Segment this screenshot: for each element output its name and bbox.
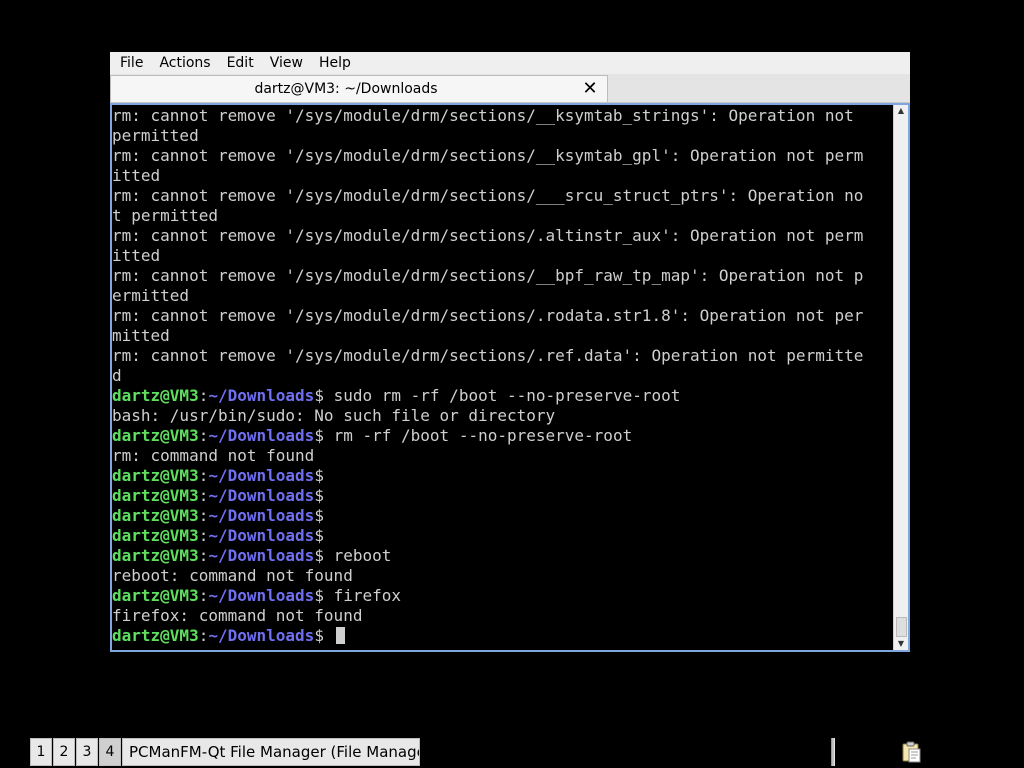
prompt-user: dartz@VM3 xyxy=(112,546,199,565)
output-line: firefox: command not found xyxy=(112,606,363,625)
prompt-path: ~/Downloads xyxy=(208,486,315,505)
menu-bar: File Actions Edit View Help xyxy=(110,52,910,74)
prompt-user: dartz@VM3 xyxy=(112,386,199,405)
desktop-3-button[interactable]: 3 xyxy=(76,738,98,766)
prompt-path: ~/Downloads xyxy=(208,386,315,405)
command-text: reboot xyxy=(323,546,392,565)
prompt-separator: : xyxy=(198,466,209,485)
terminal-area[interactable]: rm: cannot remove '/sys/module/drm/secti… xyxy=(110,103,910,652)
scroll-down-arrow-icon[interactable]: ▼ xyxy=(894,638,908,650)
prompt-user: dartz@VM3 xyxy=(112,626,199,645)
prompt-symbol: $ xyxy=(314,586,324,605)
output-line: itted xyxy=(112,246,161,265)
output-line: bash: /usr/bin/sudo: No such file or dir… xyxy=(112,406,556,425)
prompt-path: ~/Downloads xyxy=(208,546,315,565)
terminal-output[interactable]: rm: cannot remove '/sys/module/drm/secti… xyxy=(112,106,896,651)
prompt-separator: : xyxy=(198,486,209,505)
menu-edit[interactable]: Edit xyxy=(217,55,260,71)
prompt-path: ~/Downloads xyxy=(208,426,315,445)
output-line: reboot: command not found xyxy=(112,566,353,585)
prompt-user: dartz@VM3 xyxy=(112,506,199,525)
command-text xyxy=(324,626,334,645)
prompt-line: dartz@VM3:~/Downloads$ firefox xyxy=(112,586,896,606)
output-line: rm: cannot remove '/sys/module/drm/secti… xyxy=(112,186,864,205)
prompt-line: dartz@VM3:~/Downloads$ rm -rf /boot --no… xyxy=(112,426,896,446)
prompt-user: dartz@VM3 xyxy=(112,526,199,545)
text-cursor xyxy=(335,627,345,644)
scroll-up-arrow-icon[interactable]: ▲ xyxy=(894,105,908,117)
taskbar-item-file-manager[interactable]: PCManFM-Qt File Manager (File Manager) xyxy=(122,738,420,766)
output-line: d xyxy=(112,366,122,385)
prompt-user: dartz@VM3 xyxy=(112,586,199,605)
prompt-path: ~/Downloads xyxy=(208,506,315,525)
output-line: rm: cannot remove '/sys/module/drm/secti… xyxy=(112,226,864,245)
prompt-separator: : xyxy=(198,546,209,565)
prompt-separator: : xyxy=(198,506,209,525)
prompt-user: dartz@VM3 xyxy=(112,466,199,485)
prompt-line: dartz@VM3:~/Downloads$ xyxy=(112,526,896,546)
prompt-line: dartz@VM3:~/Downloads$ xyxy=(112,486,896,506)
prompt-separator: : xyxy=(198,586,209,605)
prompt-symbol: $ xyxy=(314,426,324,445)
output-line: permitted xyxy=(112,126,199,145)
tab-title: dartz@VM3: ~/Downloads xyxy=(254,81,438,97)
prompt-path: ~/Downloads xyxy=(208,626,315,645)
prompt-separator: : xyxy=(198,526,209,545)
output-line: ermitted xyxy=(112,286,190,305)
prompt-symbol: $ xyxy=(314,546,324,565)
output-line: rm: cannot remove '/sys/module/drm/secti… xyxy=(112,346,864,365)
output-line: itted xyxy=(112,166,161,185)
prompt-symbol: $ xyxy=(314,506,324,525)
menu-view[interactable]: View xyxy=(260,55,309,71)
command-text: sudo rm -rf /boot --no-preserve-root xyxy=(323,386,681,405)
desktop-2-button[interactable]: 2 xyxy=(53,738,75,766)
output-line: mitted xyxy=(112,326,170,345)
desktop-1-button[interactable]: 1 xyxy=(30,738,52,766)
taskbar: 1 2 3 4 PCManFM-Qt File Manager (File Ma… xyxy=(0,736,1024,768)
command-text: rm -rf /boot --no-preserve-root xyxy=(323,426,633,445)
prompt-user: dartz@VM3 xyxy=(112,426,199,445)
prompt-path: ~/Downloads xyxy=(208,466,315,485)
terminal-tab[interactable]: dartz@VM3: ~/Downloads ✕ xyxy=(110,75,608,102)
prompt-line: dartz@VM3:~/Downloads$ xyxy=(112,626,896,646)
prompt-symbol: $ xyxy=(314,466,324,485)
output-line: t permitted xyxy=(112,206,218,225)
prompt-symbol: $ xyxy=(314,626,324,645)
output-line: rm: cannot remove '/sys/module/drm/secti… xyxy=(112,306,864,325)
output-line: rm: command not found xyxy=(112,446,315,465)
prompt-line: dartz@VM3:~/Downloads$ sudo rm -rf /boot… xyxy=(112,386,896,406)
prompt-symbol: $ xyxy=(314,526,324,545)
prompt-path: ~/Downloads xyxy=(208,586,315,605)
terminal-window: File Actions Edit View Help dartz@VM3: ~… xyxy=(110,52,910,652)
command-text: firefox xyxy=(323,586,402,605)
tab-bar: dartz@VM3: ~/Downloads ✕ xyxy=(110,74,910,103)
prompt-line: dartz@VM3:~/Downloads$ xyxy=(112,506,896,526)
output-line: rm: cannot remove '/sys/module/drm/secti… xyxy=(112,266,864,285)
scrollbar-track[interactable] xyxy=(895,117,907,638)
desktop-4-button[interactable]: 4 xyxy=(99,738,121,766)
menu-actions[interactable]: Actions xyxy=(149,55,216,71)
prompt-separator: : xyxy=(198,386,209,405)
prompt-separator: : xyxy=(198,426,209,445)
prompt-symbol: $ xyxy=(314,386,324,405)
prompt-separator: : xyxy=(198,626,209,645)
prompt-line: dartz@VM3:~/Downloads$ reboot xyxy=(112,546,896,566)
prompt-line: dartz@VM3:~/Downloads$ xyxy=(112,466,896,486)
prompt-symbol: $ xyxy=(314,486,324,505)
output-line: rm: cannot remove '/sys/module/drm/secti… xyxy=(112,146,864,165)
close-tab-icon[interactable]: ✕ xyxy=(581,80,599,98)
vertical-scrollbar[interactable]: ▲ ▼ xyxy=(893,105,908,650)
menu-help[interactable]: Help xyxy=(309,55,357,71)
menu-file[interactable]: File xyxy=(110,55,149,71)
prompt-path: ~/Downloads xyxy=(208,526,315,545)
scrollbar-thumb[interactable] xyxy=(896,617,907,637)
output-line: rm: cannot remove '/sys/module/drm/secti… xyxy=(112,106,854,125)
prompt-user: dartz@VM3 xyxy=(112,486,199,505)
clipboard-icon[interactable] xyxy=(900,741,922,763)
tray-separator xyxy=(831,738,835,766)
